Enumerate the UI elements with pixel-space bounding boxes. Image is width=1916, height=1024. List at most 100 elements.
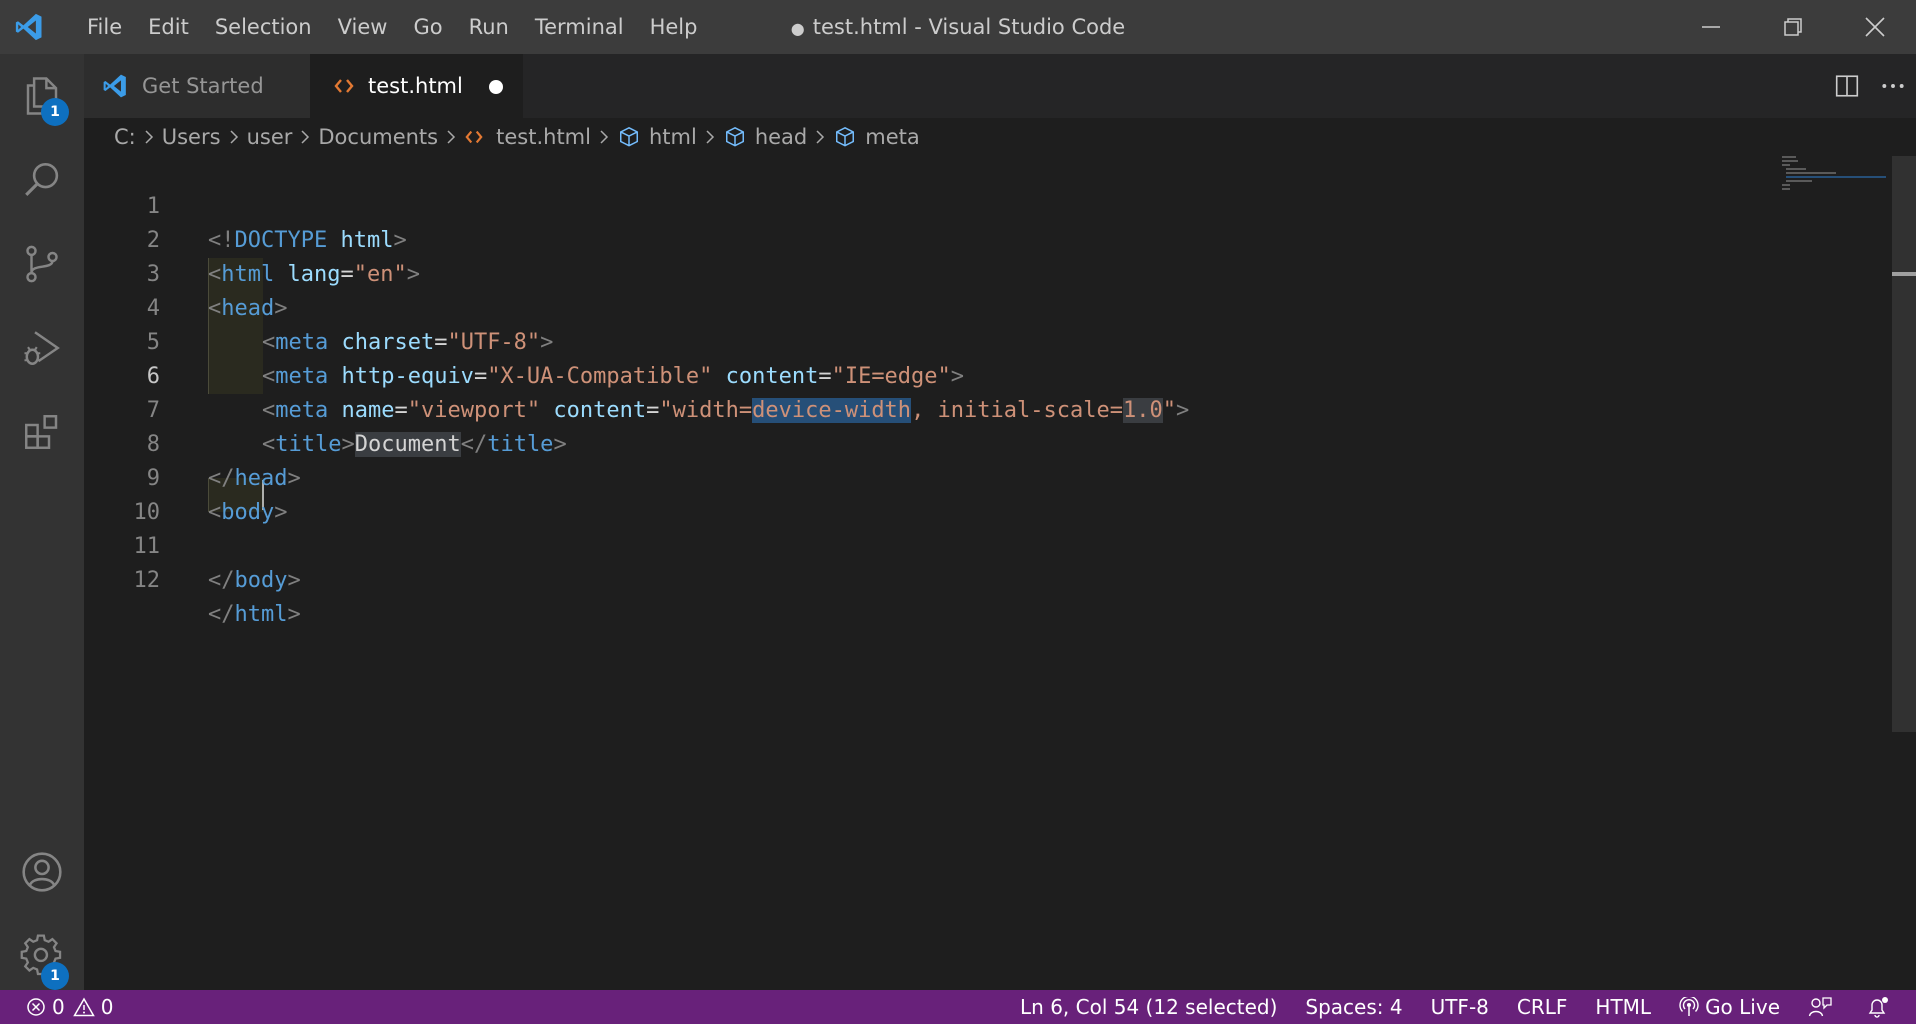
chevron-right-icon [703,130,717,144]
more-actions-button[interactable] [1870,54,1916,118]
editor-actions [1824,54,1916,118]
run-debug-button[interactable] [0,306,84,390]
broadcast-icon [1679,997,1699,1016]
html-code-icon [465,130,483,144]
code-editor[interactable]: 1 <!DOCTYPE html> 2 <html lang="en"> 3 <… [84,156,1892,990]
cube-icon [836,127,855,147]
line-number: 12 [133,568,161,593]
settings-badge: 1 [41,962,69,990]
minimap[interactable] [1782,156,1892,196]
restore-icon [1784,18,1802,36]
feedback-icon [1808,997,1832,1017]
breadcrumb-user[interactable]: user [247,125,293,149]
extensions-button[interactable] [0,390,84,474]
account-icon [22,852,62,892]
source-control-icon [26,245,58,283]
code-line: 12 </html> [84,530,1784,627]
unsaved-dot-icon[interactable] [489,80,503,94]
html-code-icon [334,76,354,96]
breadcrumb-head-label: head [754,125,808,149]
problems-indicator[interactable]: 0 0 [26,995,113,1019]
minimize-button[interactable] [1670,0,1752,54]
cube-icon [725,127,744,147]
breadcrumb-file[interactable]: test.html [464,125,591,149]
feedback-button[interactable] [1794,990,1852,1024]
code-line-current: 6 <meta name="viewport" content="width=d… [84,326,1784,423]
breadcrumb-users[interactable]: Users [162,125,221,149]
language-mode[interactable]: HTML [1581,990,1665,1024]
tab-label: Get Started [142,74,264,98]
code-line: 2 <html lang="en"> [84,190,1784,287]
tab-get-started[interactable]: Get Started [84,54,310,118]
breadcrumb-head[interactable]: head [723,125,807,149]
menu-go[interactable]: Go [400,0,455,54]
extensions-icon [25,415,58,449]
menu-help[interactable]: Help [637,0,711,54]
cursor-position[interactable]: Ln 6, Col 54 (12 selected) [1006,990,1291,1024]
search-button[interactable] [0,138,84,222]
chevron-right-icon [597,130,611,144]
explorer-badge: 1 [41,98,69,126]
code-line: 9 <body> [84,428,1784,525]
tabs-bar: Get Started test.html [84,54,1916,118]
code-line: 3 <head> [84,224,1784,321]
code-line: 5 <meta http-equiv="X-UA-Compatible" con… [84,292,1784,389]
source-control-button[interactable] [0,222,84,306]
breadcrumb-file-label: test.html [496,125,591,149]
status-bar-right: Ln 6, Col 54 (12 selected) Spaces: 4 UTF… [1006,990,1916,1024]
close-icon [1865,17,1885,37]
manage-button[interactable]: 1 [0,914,84,998]
breadcrumb-meta-label: meta [865,125,920,149]
activity-bar: 1 1 [0,54,84,990]
scrollbar-position-marker [1892,272,1916,276]
error-count: 0 [52,995,65,1019]
chevron-right-icon [142,130,156,144]
notifications-button[interactable] [1852,990,1916,1024]
menu-view[interactable]: View [325,0,401,54]
indentation-setting[interactable]: Spaces: 4 [1291,990,1416,1024]
error-icon [27,998,45,1016]
chevron-right-icon [298,130,312,144]
restore-button[interactable] [1752,0,1834,54]
close-button[interactable] [1834,0,1916,54]
window-controls [1670,0,1916,54]
warning-count: 0 [100,995,114,1019]
code-line: 7 <title>Document</title> [84,360,1784,457]
breadcrumb-drive[interactable]: C: [114,125,136,149]
go-live-button[interactable]: Go Live [1665,990,1794,1024]
vertical-scrollbar[interactable] [1892,156,1916,732]
tab-label: test.html [368,74,463,98]
split-editor-button[interactable] [1824,54,1870,118]
breadcrumb-html[interactable]: html [617,125,697,149]
title-bar: File Edit Selection View Go Run Terminal… [0,0,1916,54]
vscode-logo-icon [14,12,44,42]
menu-edit[interactable]: Edit [135,0,202,54]
code-line: 4 <meta charset="UTF-8"> [84,258,1784,355]
menu-file[interactable]: File [74,0,135,54]
menu-run[interactable]: Run [456,0,522,54]
cube-icon [619,127,638,147]
warning-icon [72,997,95,1017]
tab-test-html[interactable]: test.html [310,54,523,118]
breadcrumb-html-label: html [648,125,697,149]
code-line: 11 </body> [84,496,1784,593]
bell-icon [1868,997,1888,1018]
breadcrumb-documents[interactable]: Documents [318,125,438,149]
ellipsis-icon [1882,84,1904,88]
run-debug-icon [24,331,60,365]
minimize-icon [1702,26,1720,28]
menu-selection[interactable]: Selection [202,0,325,54]
chevron-right-icon [444,130,458,144]
window-title-text: test.html - Visual Studio Code [812,15,1126,39]
breadcrumb-meta[interactable]: meta [833,125,920,149]
dirty-indicator: ● [790,19,805,38]
encoding-setting[interactable]: UTF-8 [1417,990,1503,1024]
go-live-label: Go Live [1705,995,1780,1019]
accounts-button[interactable] [0,830,84,914]
explorer-button[interactable]: 1 [0,54,84,138]
menu-bar: File Edit Selection View Go Run Terminal… [74,0,710,54]
breadcrumb: C: Users user Documents test.html html h… [84,118,1884,156]
menu-terminal[interactable]: Terminal [522,0,637,54]
eol-setting[interactable]: CRLF [1503,990,1582,1024]
search-icon [25,162,59,196]
